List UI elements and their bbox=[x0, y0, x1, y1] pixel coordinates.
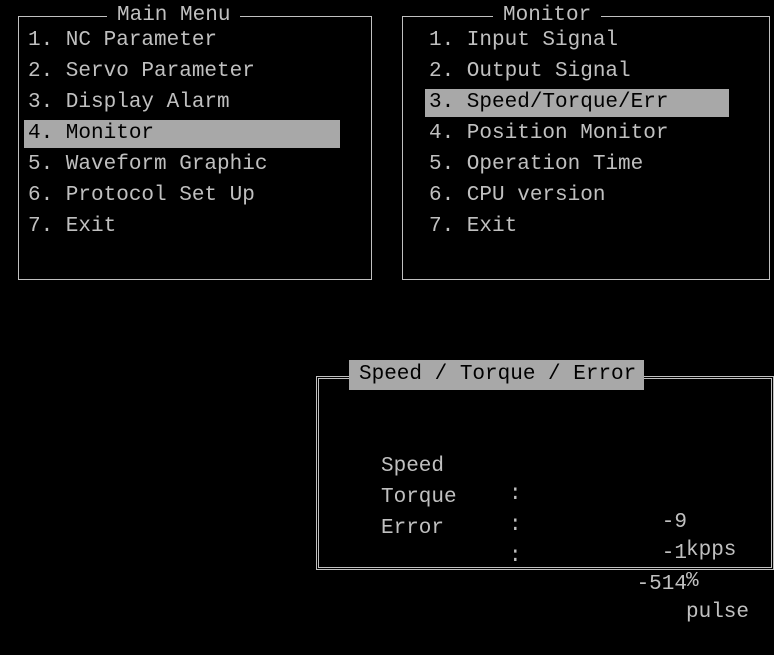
monitor-menu-item-position-monitor[interactable]: 4. Position Monitor bbox=[425, 120, 729, 148]
main-menu-item-waveform-graphic[interactable]: 5. Waveform Graphic bbox=[24, 151, 340, 179]
speed-colon: : bbox=[509, 483, 522, 506]
error-value: -514 bbox=[636, 573, 687, 596]
monitor-menu-item-exit[interactable]: 7. Exit bbox=[425, 213, 729, 241]
speed-torque-error-title: Speed / Torque / Error bbox=[349, 360, 645, 390]
main-menu-item-nc-parameter[interactable]: 1. NC Parameter bbox=[24, 27, 340, 55]
main-menu-item-display-alarm[interactable]: 3. Display Alarm bbox=[24, 89, 340, 117]
torque-row: Torque : -1 % bbox=[381, 456, 699, 593]
monitor-menu-item-operation-time[interactable]: 5. Operation Time bbox=[425, 151, 729, 179]
monitor-menu-panel: Monitor 1. Input Signal 2. Output Signal… bbox=[402, 4, 770, 280]
monitor-menu-item-speed-torque-err[interactable]: 3. Speed/Torque/Err bbox=[425, 89, 729, 117]
error-unit: pulse bbox=[686, 601, 750, 624]
main-menu-panel: Main Menu 1. NC Parameter 2. Servo Param… bbox=[18, 4, 372, 280]
main-menu-item-exit[interactable]: 7. Exit bbox=[24, 213, 340, 241]
main-menu-item-monitor[interactable]: 4. Monitor bbox=[24, 120, 340, 148]
error-colon: : bbox=[509, 545, 522, 568]
monitor-menu-item-output-signal[interactable]: 2. Output Signal bbox=[425, 58, 729, 86]
main-menu-item-protocol-set-up[interactable]: 6. Protocol Set Up bbox=[24, 182, 340, 210]
main-menu-title: Main Menu bbox=[107, 4, 241, 28]
speed-unit: kpps bbox=[686, 539, 737, 562]
torque-value: -1 bbox=[661, 542, 687, 565]
monitor-menu-title: Monitor bbox=[493, 4, 602, 28]
error-row: Error : -514 pulse bbox=[381, 487, 749, 624]
torque-colon: : bbox=[509, 514, 522, 537]
torque-unit: % bbox=[686, 570, 699, 593]
main-menu-item-servo-parameter[interactable]: 2. Servo Parameter bbox=[24, 58, 340, 86]
error-label: Error bbox=[381, 517, 445, 540]
speed-row: Speed : -9 kpps bbox=[381, 425, 736, 562]
monitor-menu-item-cpu-version[interactable]: 6. CPU version bbox=[425, 182, 729, 210]
monitor-menu-item-input-signal[interactable]: 1. Input Signal bbox=[425, 27, 729, 55]
speed-value: -9 bbox=[661, 511, 687, 534]
speed-torque-error-panel: Speed / Torque / Error Speed : -9 kpps T… bbox=[316, 360, 774, 624]
